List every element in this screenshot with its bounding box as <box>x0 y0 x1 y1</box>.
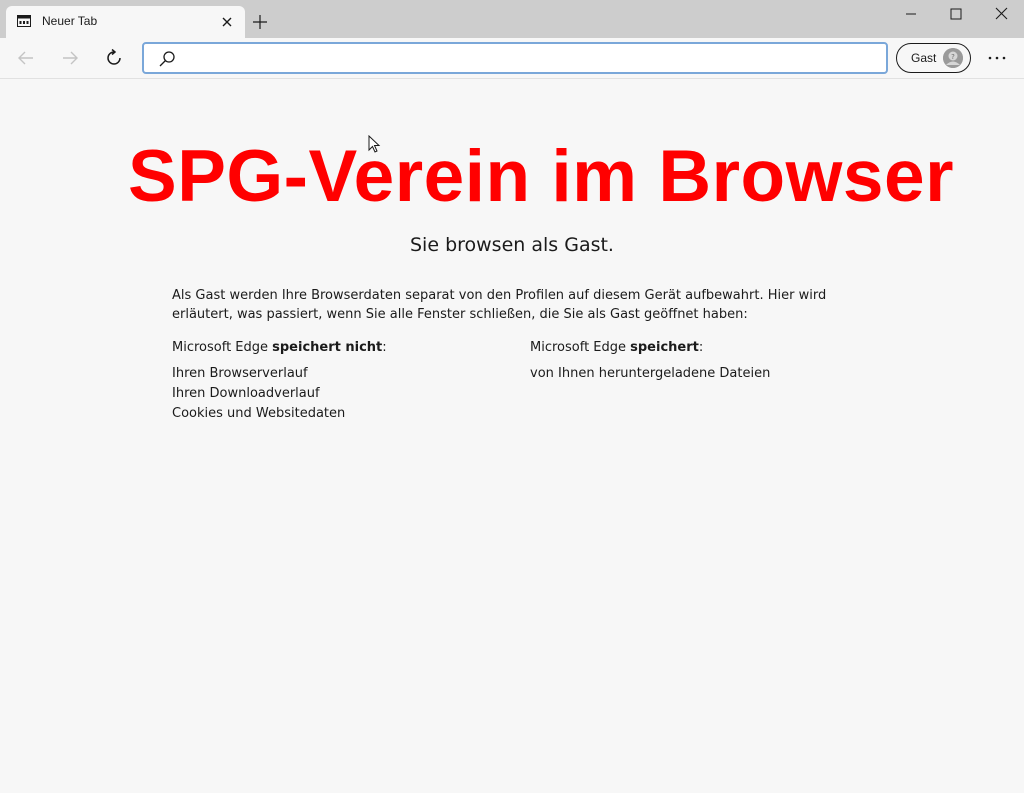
new-tab-plus-icon[interactable] <box>252 14 268 30</box>
profile-button[interactable]: Gast ? <box>896 43 971 73</box>
mouse-cursor-icon <box>368 135 381 153</box>
maximize-window-icon[interactable] <box>934 4 978 24</box>
not-saved-emphasis: speichert nicht <box>272 340 383 355</box>
list-item: Ihren Downloadverlauf <box>172 386 320 401</box>
back-arrow-icon[interactable] <box>15 47 37 69</box>
list-item: von Ihnen heruntergeladene Dateien <box>530 366 771 381</box>
tab-new-tab[interactable]: Neuer Tab <box>6 6 245 38</box>
saved-section: Microsoft Edge speichert: von Ihnen heru… <box>530 340 770 384</box>
tab-title: Neuer Tab <box>42 14 98 28</box>
not-saved-prefix: Microsoft Edge <box>172 340 273 355</box>
minimize-window-icon[interactable] <box>890 4 934 24</box>
not-saved-suffix: : <box>382 340 387 355</box>
close-tab-icon[interactable] <box>220 15 234 29</box>
list-item: Ihren Browserverlauf <box>172 366 308 381</box>
saved-suffix: : <box>698 340 704 355</box>
guest-description: Als Gast werden Ihre Browserdaten separa… <box>172 288 827 322</box>
saved-list: von Ihnen heruntergeladene Dateien <box>530 364 770 384</box>
reload-icon[interactable] <box>103 47 125 69</box>
guest-subtitle: Sie browsen als Gast. <box>410 234 614 256</box>
svg-text:?: ? <box>951 53 955 61</box>
guest-avatar-icon: ? <box>943 48 963 68</box>
more-options-icon[interactable] <box>985 47 1009 69</box>
not-saved-list: Ihren Browserverlauf Ihren Downloadverla… <box>172 364 387 424</box>
profile-label: Gast <box>911 51 937 65</box>
new-tab-page-icon <box>17 15 31 27</box>
address-bar[interactable] <box>142 42 888 74</box>
not-saved-section: Microsoft Edge speichert nicht: Ihren Br… <box>172 340 387 424</box>
banner-heading: SPG-Verein im Browser <box>128 136 954 217</box>
browser-toolbar: Gast ? <box>0 38 1024 79</box>
close-window-icon[interactable] <box>980 4 1024 24</box>
forward-arrow-icon[interactable] <box>59 47 81 69</box>
not-saved-heading: Microsoft Edge speichert nicht: <box>172 340 387 362</box>
saved-heading: Microsoft Edge speichert: <box>530 340 770 362</box>
saved-prefix: Microsoft Edge <box>530 340 631 355</box>
list-item: Cookies und Websitedaten <box>172 406 346 421</box>
title-bar: Neuer Tab <box>0 0 1024 38</box>
saved-emphasis: speichert <box>630 340 699 355</box>
search-icon <box>159 51 175 67</box>
address-input[interactable] <box>184 48 878 70</box>
